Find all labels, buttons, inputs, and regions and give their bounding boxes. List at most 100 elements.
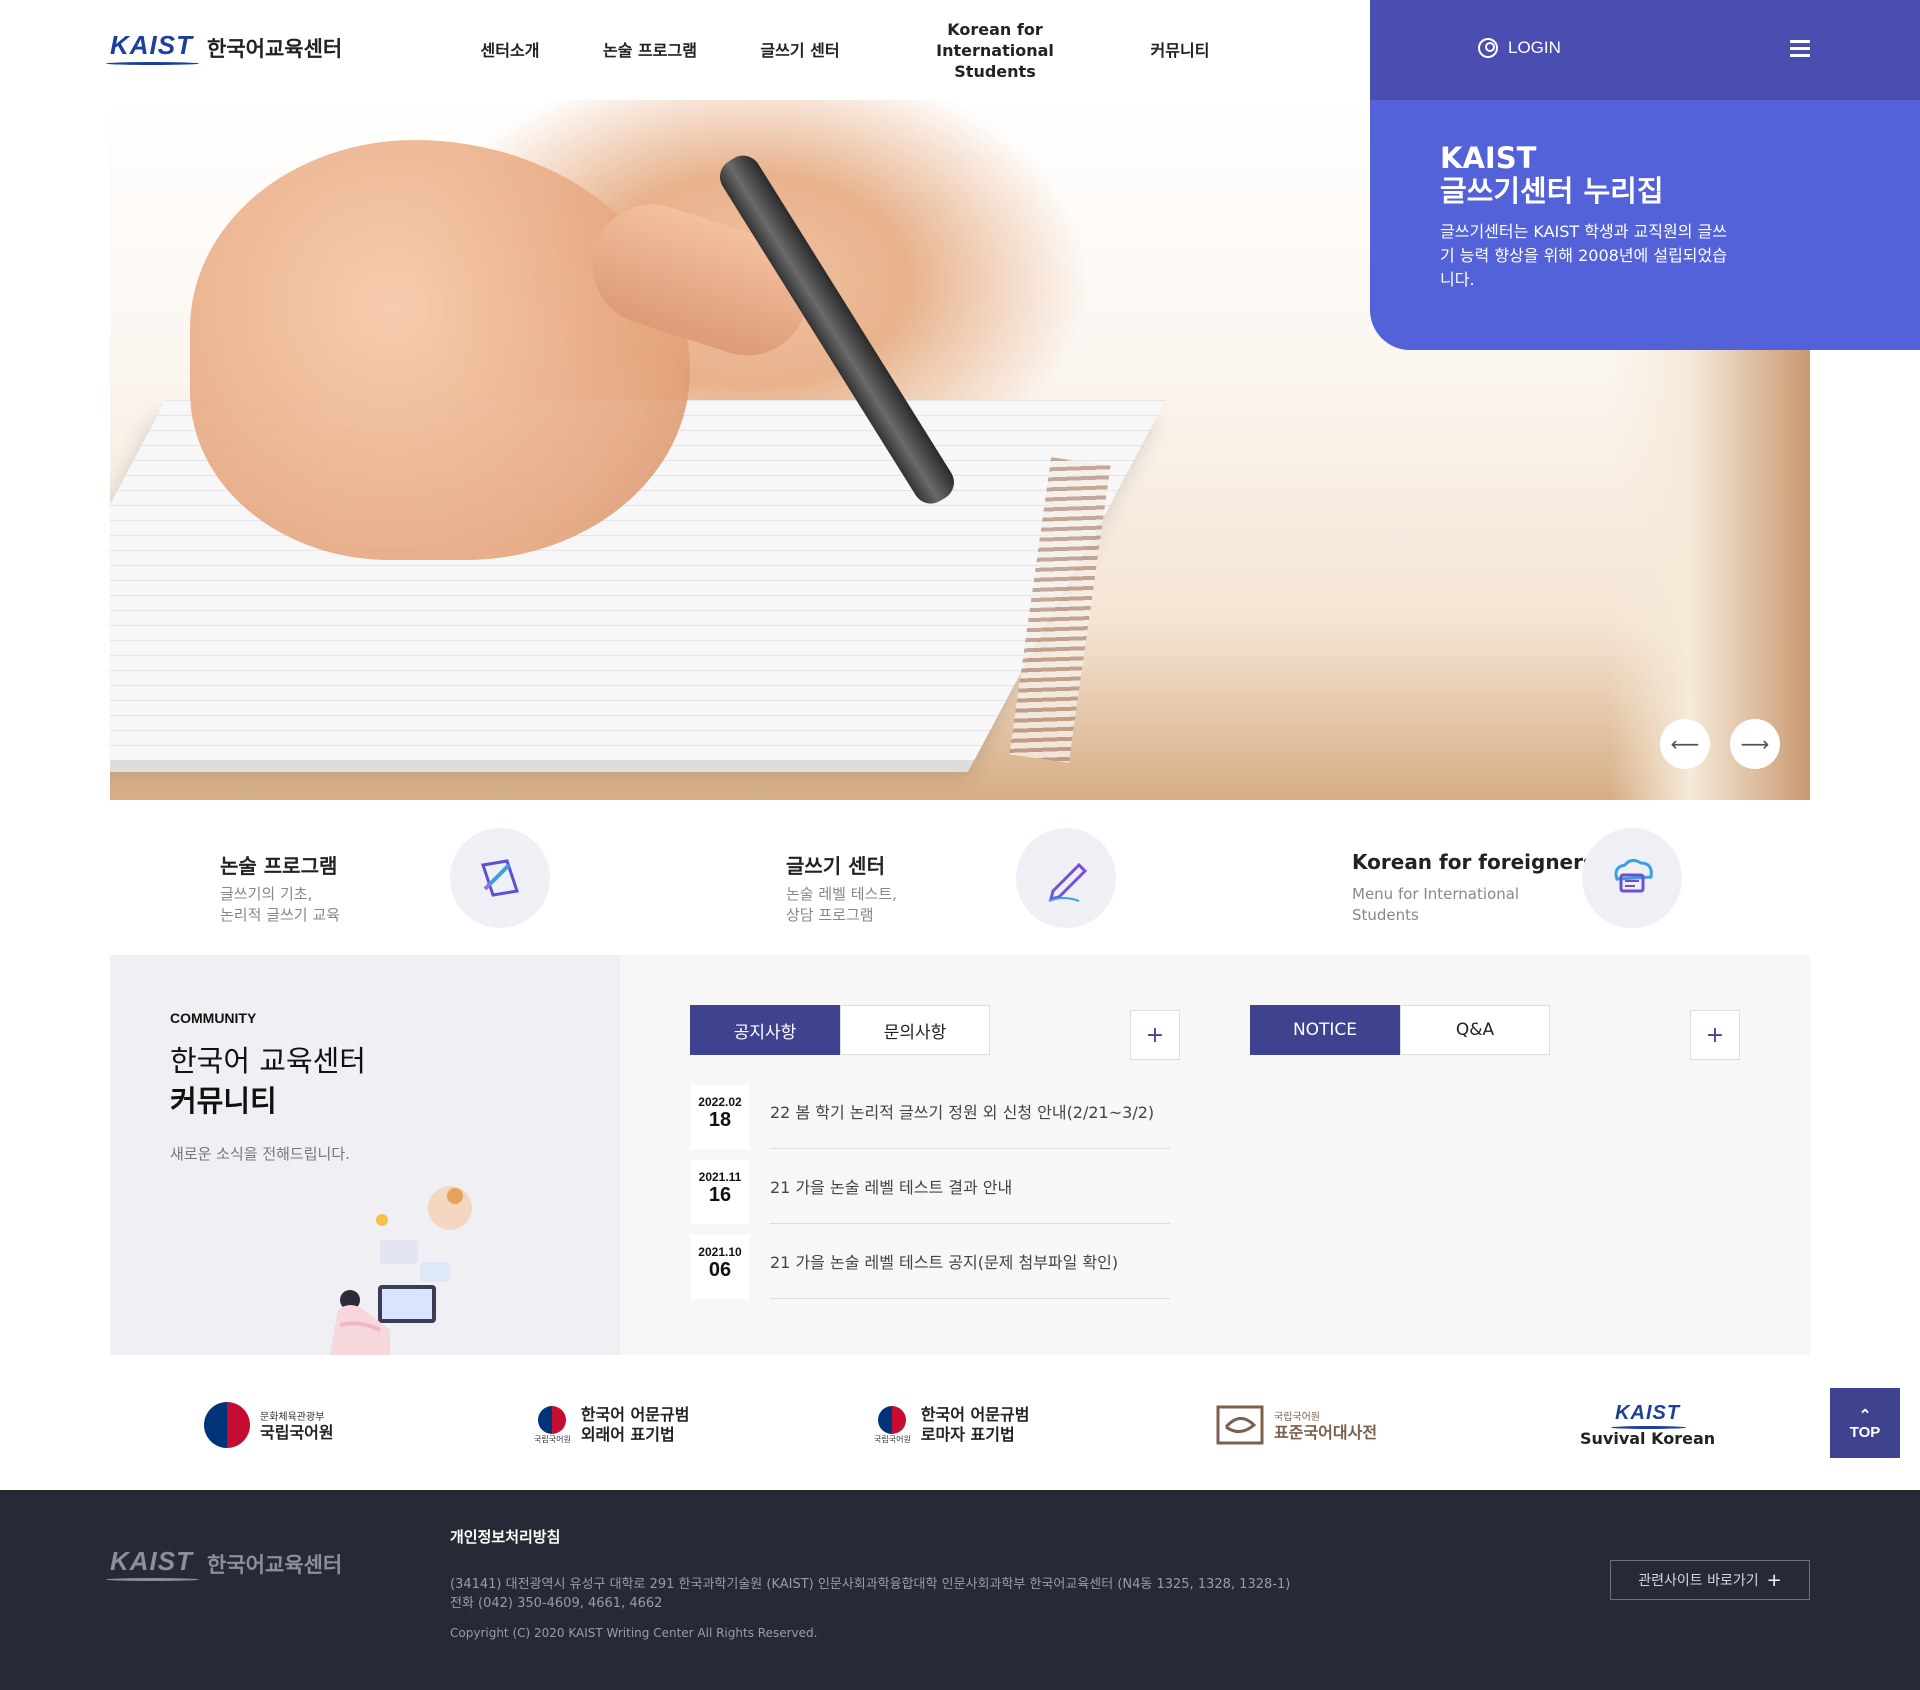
rel-name-line1: 한국어 어문규범: [920, 1405, 1030, 1424]
date-badge: 2021.10 06: [690, 1235, 750, 1299]
promo-title-line2: 글쓰기센터 누리집: [1440, 174, 1664, 208]
quick-link-writing-center[interactable]: 글쓰기 센터 논술 레벨 테스트, 상담 프로그램: [676, 828, 1236, 938]
community-description: 새로운 소식을 전해드립니다.: [170, 1145, 350, 1163]
rel-small: 국립국어원: [1274, 1411, 1320, 1423]
address-text: (34141) 대전광역시 유성구 대학로 291 한국과학기술원 (KAIST…: [450, 1577, 1291, 1592]
plus-icon: +: [1705, 1022, 1725, 1048]
list-item: 2021.10 06 21 가을 논술 레벨 테스트 공지(문제 첨부파일 확인…: [690, 1235, 1170, 1310]
promo-title-line1: KAIST: [1440, 141, 1537, 175]
nav-item-korean-international[interactable]: Korean for International Students: [895, 0, 1095, 100]
community-illustration: [330, 1186, 472, 1355]
date-year-month: 2021.11: [698, 1170, 742, 1184]
quick-link-essay[interactable]: 논술 프로그램 글쓰기의 기초, 논리적 글쓰기 교육: [110, 828, 670, 938]
related-sites-dropdown[interactable]: 관련사이트 바로가기 +: [1610, 1560, 1810, 1600]
menu-hamburger-icon[interactable]: [1790, 40, 1810, 58]
taegeuk-logo-icon: [878, 1405, 907, 1434]
logo-text: 한국어교육센터: [207, 36, 343, 61]
rel-small: 문화체육관광부: [260, 1411, 325, 1423]
tab-notice-ko[interactable]: 공지사항: [690, 1005, 840, 1055]
nav-item-essay-program[interactable]: 논술 프로그램: [595, 0, 705, 100]
date-badge: 2021.11 16: [690, 1160, 750, 1224]
rel-text: 문화체육관광부 국립국어원: [260, 1408, 334, 1443]
related-link-dictionary[interactable]: 국립국어원 표준국어대사전: [1216, 1390, 1377, 1460]
desc-line: 논리적 글쓰기 교육: [220, 906, 340, 924]
related-label: 관련사이트 바로가기: [1638, 1573, 1759, 1589]
date-badge: 2022.02 18: [690, 1085, 750, 1149]
site-logo[interactable]: KAIST 한국어교육센터: [106, 30, 343, 65]
board1-more-button[interactable]: +: [1130, 1010, 1180, 1060]
rel-text: 한국어 어문규범 외래어 표기법: [581, 1405, 690, 1445]
notice-link[interactable]: 22 봄 학기 논리적 글쓰기 정원 외 신청 안내(2/21~3/2): [770, 1099, 1170, 1149]
quick-link-korean-foreigners[interactable]: Korean for foreigners Menu for Internati…: [1242, 828, 1802, 938]
arrow-right-icon: ⟶: [1740, 732, 1770, 756]
date-year-month: 2021.10: [698, 1245, 742, 1259]
list-item: 2022.02 18 22 봄 학기 논리적 글쓰기 정원 외 신청 안내(2/…: [690, 1085, 1170, 1160]
list-item: 2021.11 16 21 가을 논술 레벨 테스트 결과 안내: [690, 1160, 1170, 1235]
privacy-policy-link[interactable]: 개인정보처리방침: [450, 1526, 560, 1547]
related-link-romanization[interactable]: 국립국어원 한국어 어문규범 로마자 표기법: [874, 1390, 1029, 1460]
rel-name-line2: 로마자 표기법: [920, 1425, 1015, 1444]
taegeuk-logo-icon: [204, 1402, 250, 1448]
taegeuk-logo-icon: [538, 1405, 567, 1434]
pencil-paper-icon: [450, 828, 550, 928]
slider-prev-button[interactable]: ⟵: [1660, 719, 1710, 769]
notice-link[interactable]: 21 가을 논술 레벨 테스트 공지(문제 첨부파일 확인): [770, 1249, 1170, 1299]
community-title: 한국어 교육센터 커뮤니티: [170, 1041, 366, 1121]
slider-next-button[interactable]: ⟶: [1730, 719, 1780, 769]
community-title-line1: 한국어 교육센터: [170, 1044, 366, 1078]
footer: KAIST 한국어교육센터 개인정보처리방침 (34141) 대전광역시 유성구…: [0, 1490, 1920, 1690]
community-label: COMMUNITY: [170, 1010, 257, 1026]
quick-link-title: Korean for foreigners: [1352, 850, 1595, 874]
promo-title: KAIST 글쓰기센터 누리집: [1440, 142, 1664, 208]
arrow-left-icon: ⟵: [1670, 732, 1700, 756]
related-link-survival-korean[interactable]: KAIST Suvival Korean: [1580, 1390, 1715, 1460]
board2-more-button[interactable]: +: [1690, 1010, 1740, 1060]
footer-address: (34141) 대전광역시 유성구 대학로 291 한국과학기술원 (KAIST…: [450, 1575, 1290, 1613]
quick-link-desc: Menu for International Students: [1352, 884, 1519, 926]
promo-description: 글쓰기센터는 KAIST 학생과 교직원의 글쓰기 능력 향상을 위해 2008…: [1440, 222, 1727, 289]
community-section: COMMUNITY 한국어 교육센터 커뮤니티 새로운 소식을 전해드립니다. …: [110, 955, 1810, 1355]
rel-name: 표준국어대사전: [1274, 1422, 1378, 1442]
rel-name-line1: 한국어 어문규범: [580, 1405, 690, 1424]
date-year-month: 2022.02: [698, 1095, 742, 1109]
footer-logo: KAIST 한국어교육센터: [106, 1546, 343, 1581]
kaist-logo-mark: KAIST: [106, 30, 199, 65]
rel-name: Suvival Korean: [1580, 1428, 1716, 1448]
desc-line: 논술 레벨 테스트,: [786, 885, 897, 903]
notice-link[interactable]: 21 가을 논술 레벨 테스트 결과 안내: [770, 1174, 1170, 1224]
nav-item-center-intro[interactable]: 센터소개: [470, 0, 550, 100]
chat-cloud-icon: [1582, 828, 1682, 928]
plus-icon: +: [1145, 1022, 1165, 1048]
hero-hand-image: [190, 140, 690, 560]
nav-item-community[interactable]: 커뮤니티: [1140, 0, 1220, 100]
nav-item-writing-center[interactable]: 글쓰기 센터: [750, 0, 850, 100]
user-icon: [1478, 38, 1498, 58]
rel-small: 국립국어원: [534, 1434, 571, 1444]
scroll-top-button[interactable]: ⌃ TOP: [1830, 1388, 1900, 1458]
community-title-line2: 커뮤니티: [170, 1084, 277, 1118]
tab-qna-en[interactable]: Q&A: [1400, 1005, 1550, 1055]
chevron-up-icon: ⌃: [1858, 1406, 1872, 1424]
desc-line: Students: [1352, 906, 1419, 924]
rel-text: 한국어 어문규범 로마자 표기법: [921, 1405, 1030, 1445]
date-day: 18: [708, 1109, 732, 1131]
desc-line: Menu for International: [1352, 885, 1520, 903]
plus-icon: +: [1766, 1569, 1782, 1591]
top-utility-bar: LOGIN: [1370, 0, 1920, 100]
tab-notice-en[interactable]: NOTICE: [1250, 1005, 1400, 1055]
related-link-loanword[interactable]: 국립국어원 한국어 어문규범 외래어 표기법: [534, 1390, 689, 1460]
desc-line: 글쓰기의 기초,: [220, 885, 313, 903]
quick-link-title: 글쓰기 센터: [786, 854, 885, 878]
related-link-nikl[interactable]: 문화체육관광부 국립국어원: [204, 1390, 334, 1460]
related-sites-bar: 문화체육관광부 국립국어원 국립국어원 한국어 어문규범 외래어 표기법 국립국…: [0, 1390, 1920, 1490]
quick-link-desc: 글쓰기의 기초, 논리적 글쓰기 교육: [220, 884, 340, 926]
phone-text: 전화 (042) 350-4609, 4661, 4662: [450, 1596, 663, 1611]
logo-text: 한국어교육센터: [207, 1552, 343, 1577]
rel-small: 국립국어원: [874, 1434, 911, 1444]
date-day: 06: [708, 1259, 732, 1281]
login-button[interactable]: LOGIN: [1478, 38, 1561, 58]
desc-line: 상담 프로그램: [786, 906, 874, 924]
tab-inquiry-ko[interactable]: 문의사항: [840, 1005, 990, 1055]
rel-text: 국립국어원 표준국어대사전: [1274, 1408, 1377, 1443]
rel-name-line2: 외래어 표기법: [580, 1425, 675, 1444]
